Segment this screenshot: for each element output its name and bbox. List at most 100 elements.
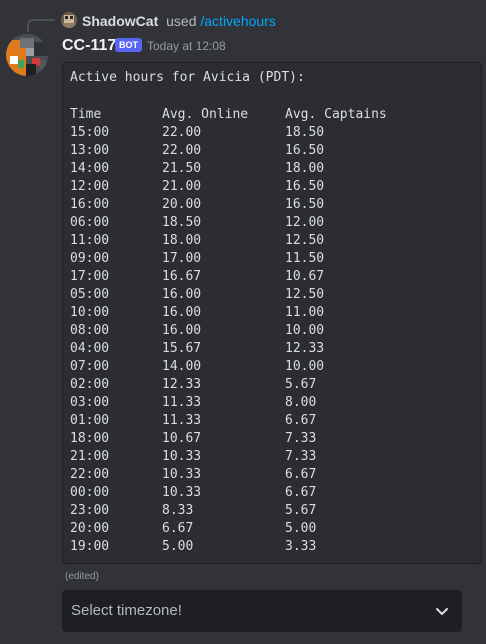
- avg-captains-cell: 6.67: [285, 467, 317, 482]
- avg-captains-cell: 10.00: [285, 323, 325, 338]
- table-row: 14:00 21.50 18.00: [70, 160, 470, 178]
- table-row: 23:00 8.33 5.67: [70, 502, 470, 520]
- avg-captains-cell: Avg. Captains: [285, 107, 387, 122]
- avg-online-cell: 15.67: [162, 341, 202, 356]
- table-row: 13:00 22.00 16.50: [70, 142, 470, 160]
- reply-command[interactable]: /activehours: [200, 13, 275, 29]
- avg-captains-cell: 16.50: [285, 143, 325, 158]
- avg-online-cell: 21.50: [162, 161, 202, 176]
- avg-online-cell: 16.67: [162, 269, 202, 284]
- time-cell: 08:00: [70, 323, 110, 338]
- table-row: 05:00 16.00 12.50: [70, 286, 470, 304]
- time-cell: 09:00: [70, 251, 110, 266]
- table-row: 08:00 16.00 10.00: [70, 322, 470, 340]
- time-cell: 00:00: [70, 485, 110, 500]
- avg-captains-cell: 7.33: [285, 431, 317, 446]
- time-cell: 22:00: [70, 467, 110, 482]
- time-cell: 21:00: [70, 449, 110, 464]
- time-cell: 03:00: [70, 395, 110, 410]
- table-row: 12:00 21.00 16.50: [70, 178, 470, 196]
- avg-online-cell: 11.33: [162, 395, 202, 410]
- table-row: 17:00 16.67 10.67: [70, 268, 470, 286]
- table-row: 21:00 10.33 7.33: [70, 448, 470, 466]
- avg-captains-cell: 11.50: [285, 251, 325, 266]
- message-timestamp[interactable]: Today at 12:08: [147, 39, 226, 53]
- time-cell: 14:00: [70, 161, 110, 176]
- avg-online-cell: 20.00: [162, 197, 202, 212]
- chevron-down-icon: [436, 608, 448, 615]
- avg-online-cell: 10.33: [162, 485, 202, 500]
- avg-captains-cell: 12.33: [285, 341, 325, 356]
- time-cell: 06:00: [70, 215, 110, 230]
- time-cell: 15:00: [70, 125, 110, 140]
- reply-username[interactable]: ShadowCat: [82, 13, 158, 29]
- time-cell: 13:00: [70, 143, 110, 158]
- avg-captains-cell: 6.67: [285, 413, 317, 428]
- reply-preview: ShadowCat used /activehours: [82, 12, 276, 30]
- time-cell: 20:00: [70, 521, 110, 536]
- avg-captains-cell: 5.67: [285, 503, 317, 518]
- table-row: 18:00 10.67 7.33: [70, 430, 470, 448]
- avg-online-cell: 8.33: [162, 503, 194, 518]
- avg-captains-cell: 18.50: [285, 125, 325, 140]
- time-cell: 18:00: [70, 431, 110, 446]
- avg-captains-cell: 16.50: [285, 179, 325, 194]
- time-cell: Time: [70, 107, 102, 122]
- avg-online-cell: 17.00: [162, 251, 202, 266]
- avg-captains-cell: 5.67: [285, 377, 317, 392]
- avg-online-cell: 18.00: [162, 233, 202, 248]
- table-row: 19:00 5.00 3.33: [70, 538, 470, 556]
- table-row: 00:00 10.33 6.67: [70, 484, 470, 502]
- table-row: 02:00 12.33 5.67: [70, 376, 470, 394]
- avg-captains-cell: 11.00: [285, 305, 325, 320]
- table-row: 22:00 10.33 6.67: [70, 466, 470, 484]
- code-title: Active hours for Avicia (PDT):: [70, 70, 305, 85]
- time-cell: 10:00: [70, 305, 110, 320]
- reply-connector: [27, 19, 55, 32]
- time-cell: 04:00: [70, 341, 110, 356]
- avg-captains-cell: 12.50: [285, 287, 325, 302]
- bot-badge: BOT: [115, 38, 142, 52]
- avg-online-cell: 6.67: [162, 521, 194, 536]
- avg-online-cell: 22.00: [162, 143, 202, 158]
- avg-online-cell: 21.00: [162, 179, 202, 194]
- avg-captains-cell: 6.67: [285, 485, 317, 500]
- table-row: 03:00 11.33 8.00: [70, 394, 470, 412]
- time-cell: 01:00: [70, 413, 110, 428]
- avg-online-cell: 10.33: [162, 449, 202, 464]
- table-row: 04:00 15.67 12.33: [70, 340, 470, 358]
- table-row: 06:00 18.50 12.00: [70, 214, 470, 232]
- time-cell: 11:00: [70, 233, 110, 248]
- table-row: 11:00 18.00 12.50: [70, 232, 470, 250]
- time-cell: 17:00: [70, 269, 110, 284]
- avg-captains-cell: 7.33: [285, 449, 317, 464]
- message-author[interactable]: CC-117: [62, 36, 116, 56]
- reply-used-text: used: [166, 13, 197, 29]
- avg-captains-cell: 12.50: [285, 233, 325, 248]
- time-cell: 07:00: [70, 359, 110, 374]
- avg-online-cell: 18.50: [162, 215, 202, 230]
- time-cell: 05:00: [70, 287, 110, 302]
- time-cell: 19:00: [70, 539, 110, 554]
- avg-captains-cell: 10.00: [285, 359, 325, 374]
- table-row: 09:00 17.00 11.50: [70, 250, 470, 268]
- avg-captains-cell: 5.00: [285, 521, 317, 536]
- avg-online-cell: 22.00: [162, 125, 202, 140]
- avg-online-cell: Avg. Online: [162, 107, 249, 122]
- table-row: 15:00 22.00 18.50: [70, 124, 470, 142]
- bot-avatar[interactable]: [6, 34, 48, 76]
- avg-captains-cell: 18.00: [285, 161, 325, 176]
- edited-label: (edited): [65, 571, 99, 582]
- avg-online-cell: 14.00: [162, 359, 202, 374]
- avg-captains-cell: 3.33: [285, 539, 317, 554]
- avg-online-cell: 5.00: [162, 539, 194, 554]
- reply-avatar[interactable]: [61, 12, 77, 28]
- avg-online-cell: 11.33: [162, 413, 202, 428]
- avg-captains-cell: 12.00: [285, 215, 325, 230]
- timezone-select[interactable]: Select timezone!: [62, 590, 462, 632]
- table-row: 16:00 20.00 16.50: [70, 196, 470, 214]
- avg-online-cell: 16.00: [162, 287, 202, 302]
- avg-captains-cell: 16.50: [285, 197, 325, 212]
- timezone-select-placeholder: Select timezone!: [71, 602, 182, 619]
- time-cell: 02:00: [70, 377, 110, 392]
